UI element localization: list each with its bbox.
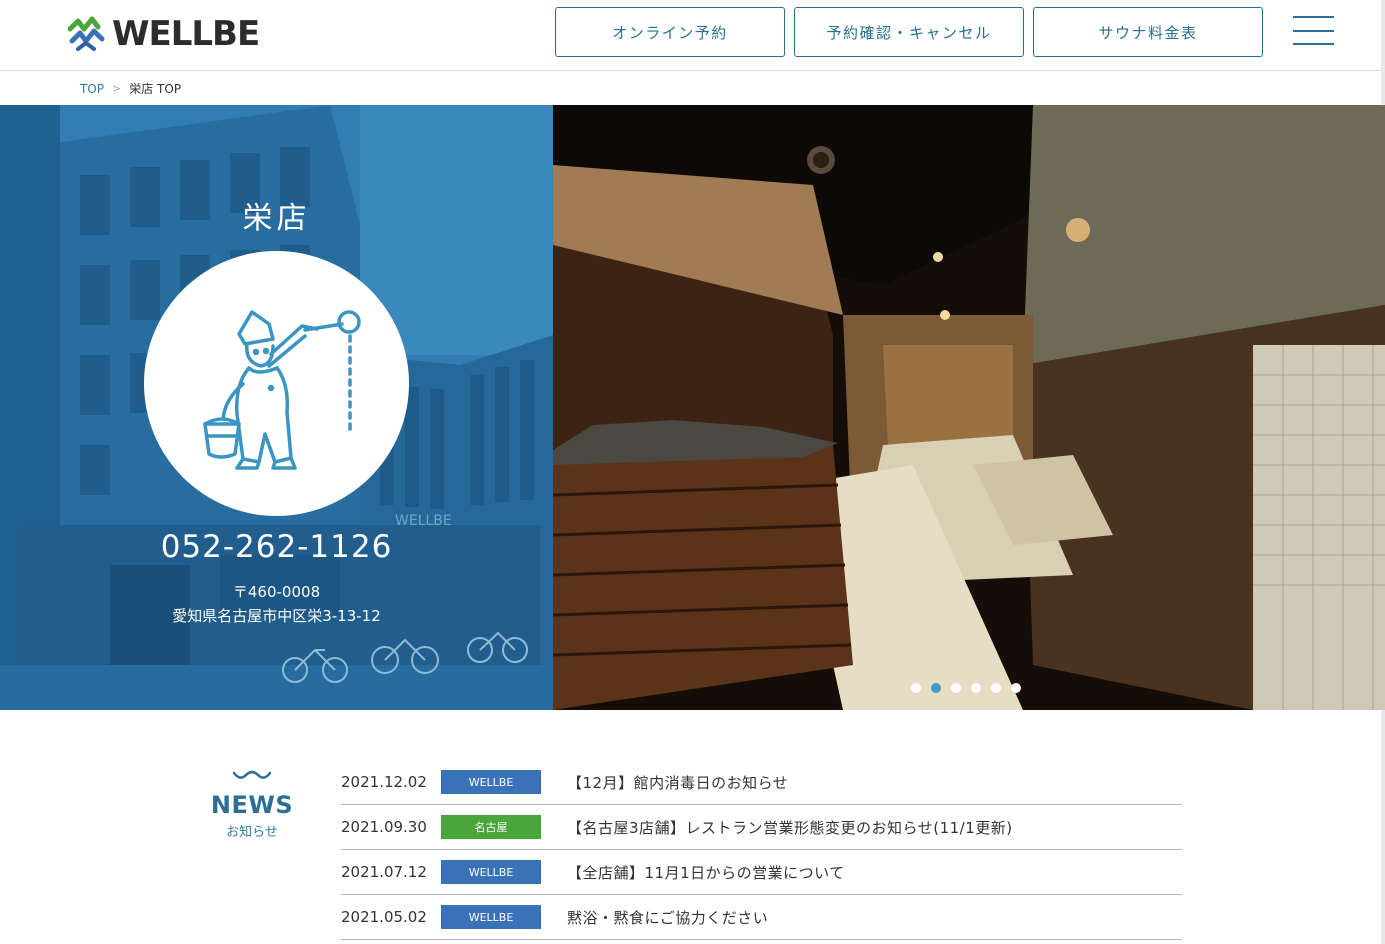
mascot-badge bbox=[144, 251, 409, 516]
news-item[interactable]: 2021.07.12 WELLBE 【全店舗】11月1日からの営業について bbox=[341, 850, 1182, 895]
news-date: 2021.07.12 bbox=[341, 863, 427, 881]
slider-dot[interactable] bbox=[971, 683, 981, 693]
news-heading: NEWS お知らせ bbox=[200, 766, 304, 840]
chevron-right-icon: > bbox=[112, 82, 122, 95]
wellbe-logo[interactable]: WELLBE bbox=[68, 14, 260, 54]
news-item[interactable]: 2021.09.30 名古屋 【名古屋3店舗】レストラン営業形態変更のお知らせ(11… bbox=[341, 805, 1182, 850]
news-category-tag: WELLBE bbox=[441, 860, 541, 884]
news-category-tag: WELLBE bbox=[441, 905, 541, 929]
breadcrumb-home-link[interactable]: TOP bbox=[80, 82, 104, 96]
store-phone[interactable]: 052-262-1126 bbox=[0, 529, 553, 565]
site-header: WELLBE オンライン予約 予約確認・キャンセル サウナ料金表 bbox=[0, 0, 1385, 71]
news-date: 2021.09.30 bbox=[341, 818, 427, 836]
sauna-price-list-button[interactable]: サウナ料金表 bbox=[1033, 7, 1263, 57]
slider-dot[interactable] bbox=[951, 683, 961, 693]
breadcrumb-current: 栄店 TOP bbox=[129, 82, 182, 96]
news-link[interactable]: 【全店舗】11月1日からの営業について bbox=[567, 862, 845, 883]
sauna-room-photo bbox=[553, 105, 1385, 710]
news-link[interactable]: 【12月】館内消毒日のお知らせ bbox=[567, 772, 788, 793]
news-link[interactable]: 【名古屋3店舗】レストラン営業形態変更のお知らせ(11/1更新) bbox=[567, 817, 1013, 838]
slider-dot[interactable] bbox=[911, 683, 921, 693]
store-address: 愛知県名古屋市中区栄3-13-12 bbox=[172, 607, 381, 625]
news-category-tag: 名古屋 bbox=[441, 815, 541, 839]
news-subtitle: お知らせ bbox=[226, 825, 278, 840]
sauna-mascot-icon bbox=[202, 309, 361, 470]
slider-dot[interactable] bbox=[991, 683, 1001, 693]
hero-slider[interactable] bbox=[553, 105, 1385, 710]
breadcrumb: TOP > 栄店 TOP bbox=[80, 80, 181, 97]
slider-dot[interactable] bbox=[1011, 683, 1021, 693]
news-date: 2021.12.02 bbox=[341, 773, 427, 791]
news-list: 2021.12.02 WELLBE 【12月】館内消毒日のお知らせ 2021.09.3… bbox=[341, 760, 1182, 940]
store-info-panel: WELLBE 栄店 052-262-1126 〒460-0008 愛知県名古屋市… bbox=[0, 105, 553, 710]
slider-pagination bbox=[911, 683, 1021, 693]
news-link[interactable]: 黙浴・黙食にご協力ください bbox=[567, 907, 768, 928]
news-category-tag: WELLBE bbox=[441, 770, 541, 794]
news-date: 2021.05.02 bbox=[341, 908, 427, 926]
news-item[interactable]: 2021.05.02 WELLBE 黙浴・黙食にご協力ください bbox=[341, 895, 1182, 940]
reservation-check-cancel-button[interactable]: 予約確認・キャンセル bbox=[794, 7, 1024, 57]
wellbe-logo-icon bbox=[68, 16, 105, 51]
online-reservation-button[interactable]: オンライン予約 bbox=[555, 7, 785, 57]
hamburger-menu-icon[interactable] bbox=[1293, 16, 1334, 46]
store-postal-code: 〒460-0008 bbox=[232, 583, 321, 601]
news-title: NEWS bbox=[210, 791, 294, 819]
wave-icon bbox=[232, 770, 272, 779]
logo-text: WELLBE bbox=[112, 14, 260, 54]
store-name: 栄店 bbox=[242, 201, 311, 236]
news-item[interactable]: 2021.12.02 WELLBE 【12月】館内消毒日のお知らせ bbox=[341, 760, 1182, 805]
slider-dot[interactable] bbox=[931, 683, 941, 693]
